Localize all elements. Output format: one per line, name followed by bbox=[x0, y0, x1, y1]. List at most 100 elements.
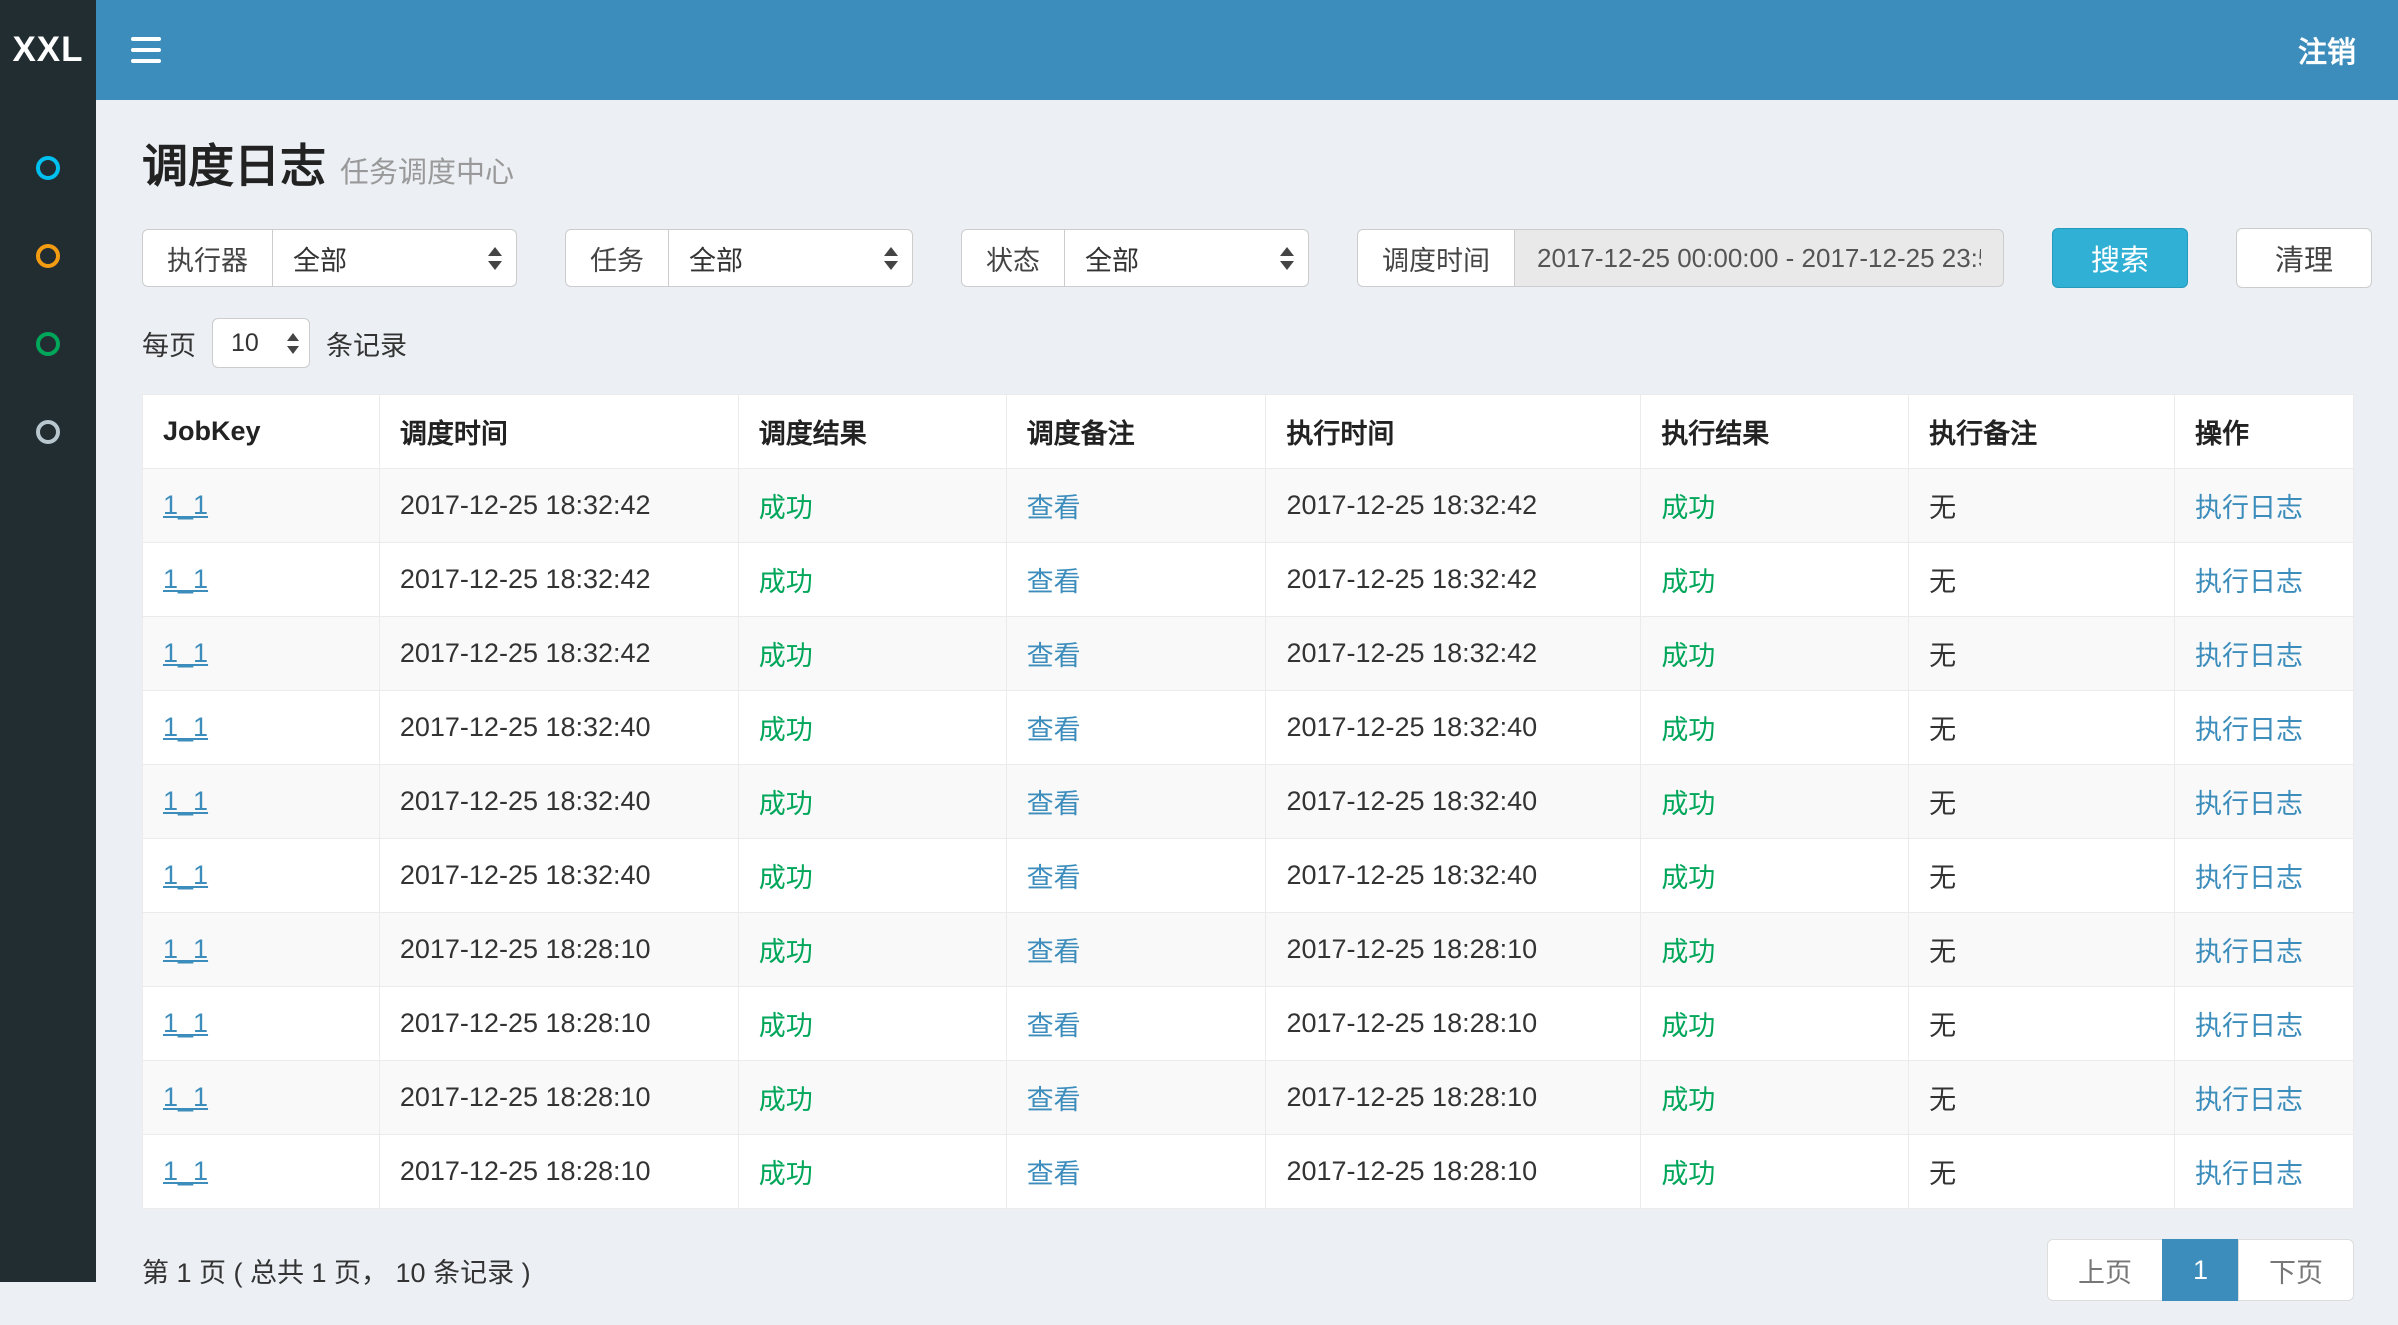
status-select[interactable]: 全部 bbox=[1064, 229, 1309, 287]
jobkey-link[interactable]: 1_1 bbox=[163, 638, 208, 668]
sidebar-item-3[interactable] bbox=[0, 300, 96, 388]
jobkey-link[interactable]: 1_1 bbox=[163, 860, 208, 890]
circle-icon bbox=[36, 420, 60, 444]
execution-log-link[interactable]: 执行日志 bbox=[2195, 1085, 2303, 1115]
trigger-result-cell: 成功 bbox=[738, 987, 1006, 1061]
execution-log-link[interactable]: 执行日志 bbox=[2195, 715, 2303, 745]
execution-log-link[interactable]: 执行日志 bbox=[2195, 1011, 2303, 1041]
job-select-value: 全部 bbox=[689, 239, 743, 278]
trigger-msg-cell: 查看 bbox=[1006, 543, 1266, 617]
trigger-msg-link[interactable]: 查看 bbox=[1027, 863, 1081, 893]
trigger-msg-link[interactable]: 查看 bbox=[1027, 641, 1081, 671]
trigger-result-cell: 成功 bbox=[738, 839, 1006, 913]
execution-log-link[interactable]: 执行日志 bbox=[2195, 789, 2303, 819]
jobkey-link[interactable]: 1_1 bbox=[163, 564, 208, 594]
current-page-button[interactable]: 1 bbox=[2162, 1239, 2239, 1301]
search-button[interactable]: 搜索 bbox=[2052, 228, 2188, 288]
prev-page-button[interactable]: 上页 bbox=[2047, 1239, 2163, 1301]
app-logo[interactable]: XXL bbox=[0, 0, 96, 100]
trigger-msg-cell: 查看 bbox=[1006, 691, 1266, 765]
execution-log-link[interactable]: 执行日志 bbox=[2195, 567, 2303, 597]
circle-icon bbox=[36, 332, 60, 356]
executor-select[interactable]: 全部 bbox=[272, 229, 517, 287]
trigger-time-filter-label: 调度时间 bbox=[1357, 229, 1514, 287]
job-select[interactable]: 全部 bbox=[668, 229, 913, 287]
status-filter-label: 状态 bbox=[961, 229, 1064, 287]
trigger-result-cell: 成功 bbox=[738, 617, 1006, 691]
handle-time-cell: 2017-12-25 18:32:42 bbox=[1266, 617, 1641, 691]
trigger-msg-link[interactable]: 查看 bbox=[1027, 789, 1081, 819]
execution-log-link[interactable]: 执行日志 bbox=[2195, 641, 2303, 671]
trigger-msg-link[interactable]: 查看 bbox=[1027, 1159, 1081, 1189]
action-cell: 执行日志 bbox=[2174, 617, 2353, 691]
jobkey-link[interactable]: 1_1 bbox=[163, 786, 208, 816]
logout-link[interactable]: 注销 bbox=[2256, 0, 2398, 100]
jobkey-link[interactable]: 1_1 bbox=[163, 1156, 208, 1186]
execution-log-link[interactable]: 执行日志 bbox=[2195, 863, 2303, 893]
sidebar-item-2[interactable] bbox=[0, 212, 96, 300]
handle-msg-cell: 无 bbox=[1909, 469, 2175, 543]
sidebar bbox=[0, 100, 96, 1282]
jobkey-cell: 1_1 bbox=[143, 1061, 380, 1135]
trigger-time-filter-group: 调度时间 bbox=[1357, 229, 2004, 287]
sidebar-item-1[interactable] bbox=[0, 124, 96, 212]
trigger-result-cell: 成功 bbox=[738, 691, 1006, 765]
execution-log-link[interactable]: 执行日志 bbox=[2195, 493, 2303, 523]
log-table-header-row: JobKey调度时间调度结果调度备注执行时间执行结果执行备注操作 bbox=[143, 395, 2354, 469]
jobkey-link[interactable]: 1_1 bbox=[163, 712, 208, 742]
jobkey-link[interactable]: 1_1 bbox=[163, 934, 208, 964]
handle-msg-cell: 无 bbox=[1909, 543, 2175, 617]
job-filter-label: 任务 bbox=[565, 229, 668, 287]
trigger-msg-link[interactable]: 查看 bbox=[1027, 567, 1081, 597]
action-cell: 执行日志 bbox=[2174, 913, 2353, 987]
trigger-msg-cell: 查看 bbox=[1006, 617, 1266, 691]
execution-log-link[interactable]: 执行日志 bbox=[2195, 1159, 2303, 1189]
executor-filter-group: 执行器 全部 bbox=[142, 229, 517, 287]
jobkey-link[interactable]: 1_1 bbox=[163, 1008, 208, 1038]
top-navbar: XXL 注销 bbox=[0, 0, 2398, 100]
trigger-msg-link[interactable]: 查看 bbox=[1027, 937, 1081, 967]
action-cell: 执行日志 bbox=[2174, 543, 2353, 617]
sidebar-toggle-button[interactable] bbox=[96, 0, 196, 100]
action-cell: 执行日志 bbox=[2174, 1135, 2353, 1209]
handle-result-cell: 成功 bbox=[1641, 839, 1909, 913]
trigger-msg-link[interactable]: 查看 bbox=[1027, 715, 1081, 745]
trigger-time-cell: 2017-12-25 18:32:42 bbox=[379, 469, 738, 543]
table-header-cell: 执行时间 bbox=[1266, 395, 1641, 469]
trigger-msg-cell: 查看 bbox=[1006, 987, 1266, 1061]
handle-result-cell: 成功 bbox=[1641, 1135, 1909, 1209]
trigger-msg-cell: 查看 bbox=[1006, 913, 1266, 987]
trigger-msg-link[interactable]: 查看 bbox=[1027, 1011, 1081, 1041]
table-footer: 第 1 页 ( 总共 1 页， 10 条记录 ) 上页 1 下页 bbox=[142, 1239, 2354, 1325]
trigger-msg-link[interactable]: 查看 bbox=[1027, 1085, 1081, 1115]
trigger-msg-cell: 查看 bbox=[1006, 839, 1266, 913]
select-arrows-icon bbox=[488, 247, 502, 270]
handle-result-cell: 成功 bbox=[1641, 1061, 1909, 1135]
time-range-input[interactable] bbox=[1514, 229, 2004, 287]
handle-time-cell: 2017-12-25 18:28:10 bbox=[1266, 913, 1641, 987]
handle-msg-cell: 无 bbox=[1909, 1135, 2175, 1209]
handle-msg-cell: 无 bbox=[1909, 1061, 2175, 1135]
trigger-msg-link[interactable]: 查看 bbox=[1027, 493, 1081, 523]
clear-button[interactable]: 清理 bbox=[2236, 228, 2372, 288]
hamburger-icon bbox=[131, 37, 161, 41]
execution-log-link[interactable]: 执行日志 bbox=[2195, 937, 2303, 967]
handle-msg-cell: 无 bbox=[1909, 691, 2175, 765]
jobkey-cell: 1_1 bbox=[143, 691, 380, 765]
jobkey-cell: 1_1 bbox=[143, 617, 380, 691]
page-size-select[interactable]: 10 bbox=[212, 318, 310, 368]
table-row: 1_1 2017-12-25 18:28:10 成功 查看 2017-12-25… bbox=[143, 913, 2354, 987]
table-row: 1_1 2017-12-25 18:32:42 成功 查看 2017-12-25… bbox=[143, 543, 2354, 617]
trigger-time-cell: 2017-12-25 18:32:42 bbox=[379, 543, 738, 617]
sidebar-item-4[interactable] bbox=[0, 388, 96, 476]
circle-icon bbox=[36, 244, 60, 268]
handle-time-cell: 2017-12-25 18:28:10 bbox=[1266, 1135, 1641, 1209]
table-row: 1_1 2017-12-25 18:28:10 成功 查看 2017-12-25… bbox=[143, 1061, 2354, 1135]
handle-time-cell: 2017-12-25 18:28:10 bbox=[1266, 987, 1641, 1061]
select-arrows-icon bbox=[884, 247, 898, 270]
jobkey-link[interactable]: 1_1 bbox=[163, 1082, 208, 1112]
handle-result-cell: 成功 bbox=[1641, 469, 1909, 543]
jobkey-link[interactable]: 1_1 bbox=[163, 490, 208, 520]
next-page-button[interactable]: 下页 bbox=[2238, 1239, 2354, 1301]
filter-toolbar: 执行器 全部 任务 全部 状态 全部 调度时间 搜索 清理 bbox=[142, 228, 2354, 288]
